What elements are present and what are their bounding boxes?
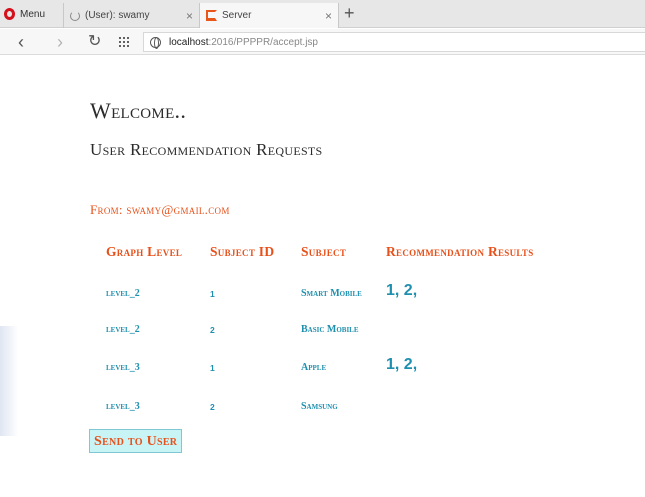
opera-menu-button[interactable]: Menu xyxy=(0,0,60,28)
column-header-recommendation-results: Recommendation Results xyxy=(386,244,534,259)
table-row-level: level_2 xyxy=(106,324,140,335)
loading-spinner-icon xyxy=(70,10,80,21)
send-to-user-button[interactable]: Send to User xyxy=(89,429,183,453)
close-icon[interactable]: × xyxy=(186,9,193,23)
back-button[interactable]: ‹ xyxy=(18,30,24,54)
tab-server[interactable]: Server × xyxy=(199,3,339,28)
decorative-edge xyxy=(0,326,18,436)
menu-label: Menu xyxy=(20,8,46,20)
table-row-results: 1, 2, xyxy=(386,356,418,373)
page-subtitle: User Recommendation Requests xyxy=(90,140,323,159)
address-bar: ‹ › ↻ localhost:2016/PPPPR/accept.jsp xyxy=(0,29,645,55)
speed-dial-icon[interactable] xyxy=(118,36,130,48)
table-row-results: 1, 2, xyxy=(386,282,418,299)
new-tab-button[interactable]: + xyxy=(344,1,355,25)
table-row-subject-id: 2 xyxy=(210,325,215,335)
url-input[interactable]: localhost:2016/PPPPR/accept.jsp xyxy=(143,32,645,52)
table-row-subject: Samsung xyxy=(301,401,338,412)
close-icon[interactable]: × xyxy=(325,9,332,23)
server-favicon-icon xyxy=(206,10,217,21)
table-row-level: level_2 xyxy=(106,288,140,299)
table-row-level: level_3 xyxy=(106,401,140,412)
column-header-subject-id: Subject ID xyxy=(210,244,275,259)
column-header-graph-level: Graph Level xyxy=(106,244,183,259)
table-row-subject-id: 1 xyxy=(210,289,215,299)
tab-label: (User): swamy xyxy=(85,10,150,21)
page-content: Welcome.. User Recommendation Requests F… xyxy=(0,56,645,497)
sender-email: From: swamy@gmail.com xyxy=(90,202,230,217)
table-row-subject-id: 1 xyxy=(210,363,215,373)
table-row-level: level_3 xyxy=(106,362,140,373)
globe-icon xyxy=(150,36,161,49)
table-row-subject: Smart Mobile xyxy=(301,288,362,299)
tab-bar: Menu (User): swamy × Server × + xyxy=(0,0,645,28)
url-host: localhost xyxy=(169,36,209,48)
tab-label: Server xyxy=(222,10,252,21)
reload-button[interactable]: ↻ xyxy=(88,30,101,54)
table-row-subject-id: 2 xyxy=(210,402,215,412)
table-row-subject: Apple xyxy=(301,362,327,373)
url-path: :2016/PPPPR/accept.jsp xyxy=(208,36,318,48)
opera-logo-icon xyxy=(4,8,15,20)
table-row-subject: Basic Mobile xyxy=(301,324,359,335)
forward-button[interactable]: › xyxy=(57,30,63,54)
tab-user-swamy[interactable]: (User): swamy × xyxy=(63,3,199,28)
column-header-subject: Subject xyxy=(301,244,347,259)
page-title: Welcome.. xyxy=(90,98,187,123)
